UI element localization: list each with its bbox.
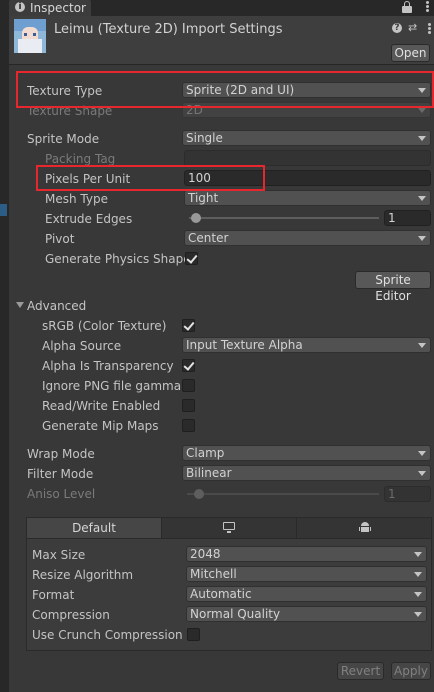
chevron-down-icon [414,612,422,617]
alpha-transparency-label: Alpha Is Transparency [42,359,174,373]
generate-physics-label: Generate Physics Shape [45,252,191,266]
tab-default[interactable]: Default [27,518,162,538]
format-label: Format [32,588,75,602]
aniso-level-label: Aniso Level [27,487,96,501]
extrude-edges-label: Extrude Edges [45,212,133,226]
pivot-label: Pivot [45,232,75,246]
left-dock-strip [0,0,9,692]
tab-default-label: Default [72,521,116,535]
alpha-source-dropdown[interactable]: Input Texture Alpha [182,337,431,353]
lock-icon[interactable] [402,1,412,14]
mesh-type-value: Tight [188,191,219,205]
srgb-label: sRGB (Color Texture) [42,319,167,333]
extrude-slider-track[interactable] [189,217,379,219]
texture-thumbnail [14,19,46,53]
wrap-mode-dropdown[interactable]: Clamp [182,445,431,461]
chevron-down-icon [418,471,426,476]
android-icon [359,522,371,533]
header-divider [9,64,434,65]
packing-tag-field [184,150,431,166]
format-value: Automatic [190,587,252,601]
header-menu-icon[interactable] [428,23,431,35]
crunch-compression-label: Use Crunch Compression [32,628,183,642]
pivot-dropdown[interactable]: Center [184,230,431,246]
generate-mipmaps-label: Generate Mip Maps [42,419,159,433]
filter-mode-value: Bilinear [186,466,232,480]
apply-button[interactable]: Apply [391,662,431,680]
alpha-source-label: Alpha Source [42,339,122,353]
sprite-editor-button[interactable]: Sprite Editor [355,271,431,303]
chevron-down-icon [418,236,426,241]
read-write-label: Read/Write Enabled [42,399,161,413]
platform-tab-divider [27,538,431,539]
compression-label: Compression [32,608,110,622]
format-dropdown[interactable]: Automatic [186,586,427,602]
aniso-level-field: 1 [384,486,431,502]
read-write-checkbox[interactable] [182,399,195,412]
more-menu-icon[interactable] [426,0,430,14]
tab-standalone[interactable] [162,518,297,538]
chevron-down-icon [414,592,422,597]
advanced-foldout-icon[interactable] [16,302,24,308]
aniso-slider-track [187,493,379,495]
chevron-down-icon [414,552,422,557]
extrude-edges-field[interactable]: 1 [384,210,431,226]
chevron-down-icon [418,343,426,348]
mesh-type-label: Mesh Type [45,192,108,206]
open-button[interactable]: Open [391,44,430,62]
generate-mipmaps-checkbox[interactable] [182,419,195,432]
chevron-down-icon [418,196,426,201]
chevron-down-icon [418,108,426,113]
compression-dropdown[interactable]: Normal Quality [186,606,427,622]
extrude-slider-thumb[interactable] [191,213,201,223]
srgb-checkbox[interactable] [182,319,195,332]
max-size-dropdown[interactable]: 2048 [186,546,427,562]
ignore-png-gamma-label: Ignore PNG file gamma [42,379,182,393]
tab-inspector[interactable]: i Inspector [9,0,91,16]
highlight-texture-type [16,71,434,108]
wrap-mode-label: Wrap Mode [27,447,95,461]
help-icon[interactable]: ? [392,23,402,33]
preset-icon[interactable]: ⇄ [408,22,420,34]
crunch-compression-checkbox[interactable] [187,628,200,641]
info-icon: i [15,2,25,12]
filter-mode-dropdown[interactable]: Bilinear [182,465,431,481]
pivot-value: Center [188,231,229,245]
chevron-down-icon [418,136,426,141]
monitor-icon [223,522,235,530]
alpha-source-value: Input Texture Alpha [186,338,303,352]
max-size-label: Max Size [32,548,86,562]
alpha-transparency-checkbox[interactable] [182,359,195,372]
dock-selection-marker [0,204,7,216]
chevron-down-icon [414,572,422,577]
aniso-slider-thumb [194,489,204,499]
tab-android[interactable] [297,518,431,538]
highlight-pixels-per-unit [36,165,265,191]
sprite-mode-dropdown[interactable]: Single [182,130,431,146]
max-size-value: 2048 [190,547,221,561]
compression-value: Normal Quality [190,607,281,621]
wrap-mode-value: Clamp [186,446,225,460]
sprite-mode-value: Single [186,131,223,145]
resize-algorithm-label: Resize Algorithm [32,568,134,582]
chevron-down-icon [418,451,426,456]
ignore-png-gamma-checkbox[interactable] [182,379,195,392]
sprite-mode-label: Sprite Mode [27,132,100,146]
revert-button[interactable]: Revert [337,662,384,680]
filter-mode-label: Filter Mode [27,467,94,481]
resize-algorithm-value: Mitchell [190,567,237,581]
resize-algorithm-dropdown[interactable]: Mitchell [186,566,427,582]
mesh-type-dropdown[interactable]: Tight [184,190,431,206]
generate-physics-checkbox[interactable] [185,252,198,265]
tab-title: Inspector [30,1,86,15]
page-title: Leimu (Texture 2D) Import Settings [54,22,283,37]
advanced-header[interactable]: Advanced [27,298,86,314]
